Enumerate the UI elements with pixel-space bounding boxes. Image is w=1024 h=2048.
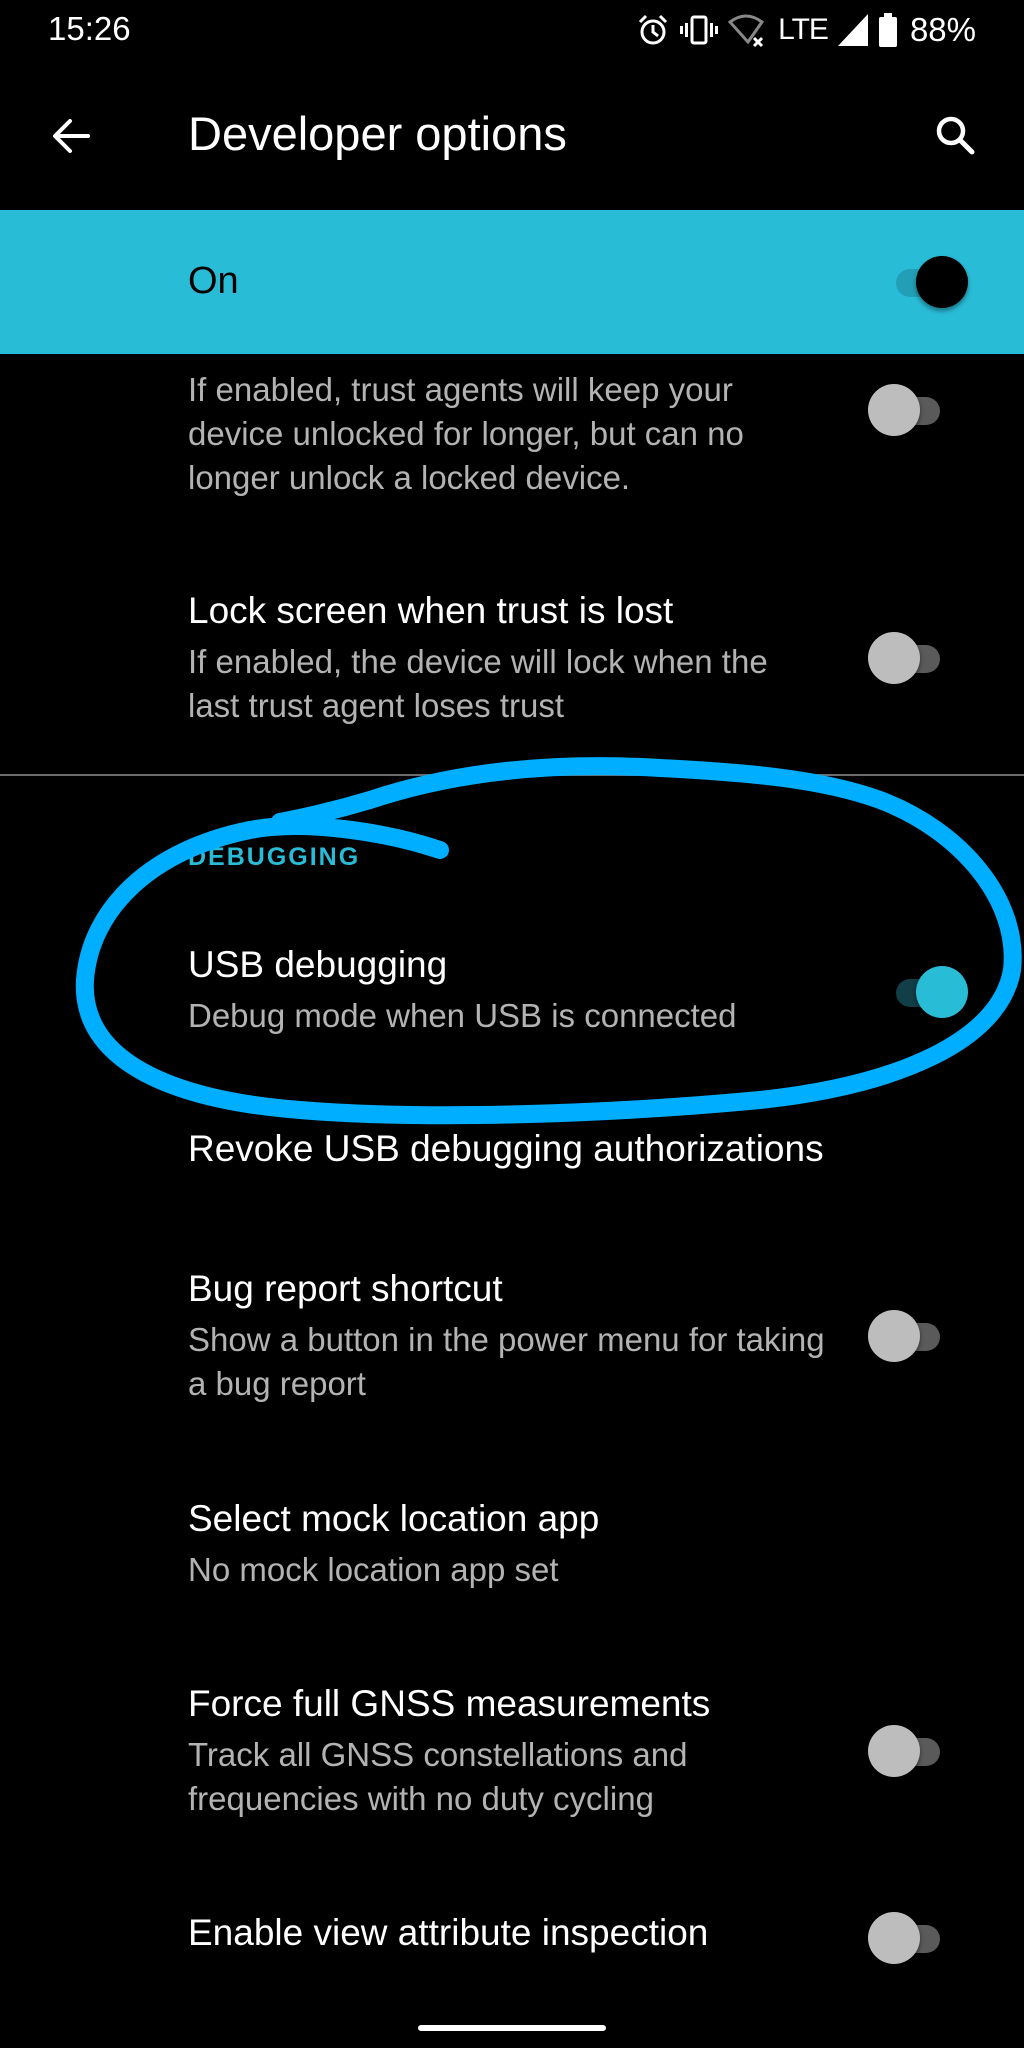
master-switch-bar[interactable]: On bbox=[0, 210, 1024, 354]
pref-usb-debugging[interactable]: USB debugging Debug mode when USB is con… bbox=[0, 930, 1024, 1060]
pref-mock-location-app[interactable]: Select mock location app No mock locatio… bbox=[0, 1480, 1024, 1610]
master-switch-toggle[interactable] bbox=[888, 256, 968, 308]
pref-title: Lock screen when trust is lost bbox=[188, 590, 674, 631]
pref-revoke-usb-authorizations[interactable]: Revoke USB debugging authorizations bbox=[0, 1110, 1024, 1200]
pref-summary: If enabled, trust agents will keep your … bbox=[188, 371, 744, 496]
pref-title: USB debugging bbox=[188, 944, 448, 985]
section-divider bbox=[0, 774, 1024, 776]
pref-toggle[interactable] bbox=[868, 1310, 948, 1362]
pref-title: Select mock location app bbox=[188, 1498, 600, 1539]
toggle-thumb bbox=[868, 1310, 920, 1362]
toggle-thumb bbox=[868, 384, 920, 436]
status-time: 15:26 bbox=[48, 10, 131, 47]
battery-percent: 88% bbox=[909, 11, 976, 48]
pref-title: Enable view attribute inspection bbox=[188, 1912, 709, 1953]
pref-summary: Track all GNSS constellations and freque… bbox=[188, 1736, 688, 1817]
status-bar: 15:26 LTE 88% bbox=[0, 0, 1024, 62]
pref-toggle[interactable] bbox=[868, 384, 948, 436]
pref-force-gnss[interactable]: Force full GNSS measurements Track all G… bbox=[0, 1665, 1024, 1835]
pref-view-attribute-inspection[interactable]: Enable view attribute inspection bbox=[0, 1890, 1024, 1990]
pref-title: Force full GNSS measurements bbox=[188, 1683, 711, 1724]
search-icon bbox=[936, 116, 975, 155]
pref-lock-screen-trust-lost[interactable]: Lock screen when trust is lost If enable… bbox=[0, 580, 1024, 750]
pref-summary: If enabled, the device will lock when th… bbox=[188, 643, 768, 724]
network-type-label: LTE bbox=[778, 13, 829, 46]
pref-summary: No mock location app set bbox=[188, 1551, 559, 1588]
pref-title: Revoke USB debugging authorizations bbox=[188, 1128, 824, 1169]
toggle-thumb bbox=[916, 256, 968, 308]
alarm-icon bbox=[636, 13, 670, 47]
toggle-thumb bbox=[868, 1912, 920, 1964]
pref-bug-report-shortcut[interactable]: Bug report shortcut Show a button in the… bbox=[0, 1250, 1024, 1420]
app-bar: Developer options bbox=[0, 62, 1024, 210]
toggle-thumb bbox=[868, 1725, 920, 1777]
cell-signal-icon bbox=[837, 14, 868, 46]
pref-summary: Debug mode when USB is connected bbox=[188, 997, 737, 1034]
section-header-debugging: DEBUGGING bbox=[188, 843, 361, 871]
pref-toggle[interactable] bbox=[868, 1725, 948, 1777]
pref-extend-unlock[interactable]: If enabled, trust agents will keep your … bbox=[0, 354, 1024, 504]
battery-icon bbox=[878, 13, 898, 47]
pref-toggle[interactable] bbox=[868, 632, 948, 684]
search-button[interactable] bbox=[928, 108, 984, 164]
arrow-back-icon bbox=[53, 119, 90, 153]
pref-summary: Show a button in the power menu for taki… bbox=[188, 1321, 825, 1402]
toggle-thumb bbox=[868, 632, 920, 684]
pref-title: Bug report shortcut bbox=[188, 1268, 503, 1309]
gesture-nav-handle[interactable] bbox=[418, 2025, 606, 2031]
master-switch-label: On bbox=[188, 260, 239, 302]
status-icons: LTE 88% bbox=[636, 10, 976, 50]
wifi-off-icon bbox=[728, 12, 768, 48]
pref-toggle[interactable] bbox=[868, 1912, 948, 1964]
back-button[interactable] bbox=[44, 108, 100, 164]
vibrate-icon bbox=[680, 13, 719, 47]
pref-toggle[interactable] bbox=[888, 966, 968, 1018]
toggle-thumb bbox=[916, 966, 968, 1018]
page-title: Developer options bbox=[188, 107, 567, 160]
